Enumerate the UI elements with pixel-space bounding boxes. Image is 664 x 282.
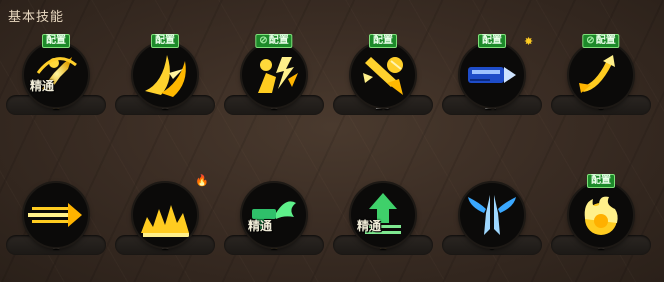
equip-badge: 配置: [151, 34, 179, 48]
skill-speed-burst[interactable]: 1: [6, 178, 106, 268]
skill-level-up[interactable]: 1 精通: [333, 178, 433, 268]
flame-wave-icon: [133, 183, 197, 247]
equip-badge: 配置: [587, 174, 615, 188]
fire-burst-icon: [569, 183, 633, 247]
equip-badge: ⊘配置: [255, 34, 293, 48]
section-title: 基本技能: [8, 9, 65, 24]
skill-kick[interactable]: 1 配置 精通: [6, 34, 106, 128]
equip-badge: 配置: [369, 34, 397, 48]
equip-badge: 配置: [42, 34, 70, 48]
rising-arc-icon: [569, 43, 633, 107]
lightning-dash-icon: [242, 43, 306, 107]
link-icon: ⊘: [586, 35, 595, 46]
rocket-punch-icon: [351, 43, 415, 107]
kick-icon: [24, 43, 88, 107]
level-up-icon: [351, 183, 415, 247]
equip-badge: 配置: [478, 34, 506, 48]
dragon-gun-icon: [242, 183, 306, 247]
mastery-label: 精通: [248, 219, 273, 233]
bullet-icon: [460, 43, 524, 107]
mastery-label: 精通: [30, 79, 55, 93]
equip-badge: ⊘配置: [582, 34, 620, 48]
skill-wing-blade[interactable]: 0: [442, 178, 542, 268]
mastery-label: 精通: [357, 219, 382, 233]
skill-rocket-punch[interactable]: 23 配置: [333, 34, 433, 128]
skill-flame-wave[interactable]: 1 🔥: [115, 175, 215, 268]
skill-rising-arc[interactable]: 3 ⊘配置: [551, 34, 651, 128]
crescent-slash-icon: [133, 43, 197, 107]
link-icon: ⊘: [259, 35, 268, 46]
fire-icon: 🔥: [195, 175, 209, 187]
speed-burst-icon: [24, 183, 88, 247]
skill-fire-burst[interactable]: 1 配置: [551, 174, 651, 268]
wing-blade-icon: [460, 183, 524, 247]
skill-lightning-dash[interactable]: 1 ⊘配置: [224, 34, 324, 128]
skill-dragon-gun[interactable]: 1 精通: [224, 178, 324, 268]
skill-crescent-slash[interactable]: 1 配置: [115, 34, 215, 128]
skill-bullet-shot[interactable]: 17 配置 ✸: [442, 34, 542, 128]
star-icon: ✸: [524, 36, 534, 48]
